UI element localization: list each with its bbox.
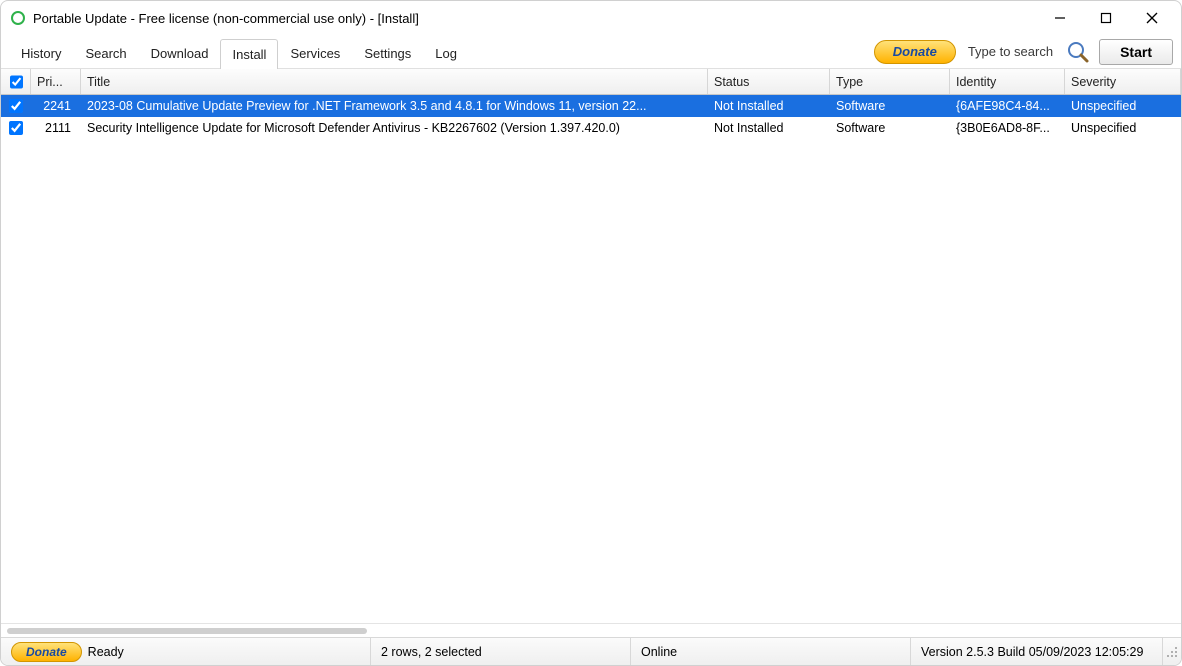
status-summary: 2 rows, 2 selected [381,645,482,659]
tab-install[interactable]: Install [220,39,278,69]
resize-grip[interactable] [1163,644,1181,660]
column-header-checkbox[interactable] [1,69,31,94]
start-button[interactable]: Start [1099,39,1173,65]
cell-title: Security Intelligence Update for Microso… [81,117,708,139]
cell-status: Not Installed [708,95,830,117]
column-header-title[interactable]: Title [81,69,708,94]
donate-button[interactable]: Donate [874,40,956,64]
cell-type: Software [830,95,950,117]
close-icon [1146,12,1158,24]
select-all-checkbox[interactable] [10,75,23,89]
row-checkbox[interactable] [9,121,23,135]
cell-type: Software [830,117,950,139]
grid-body: 2241 2023-08 Cumulative Update Preview f… [1,95,1181,623]
tab-strip: History Search Download Install Services… [9,35,469,68]
cell-priority: 2111 [31,117,81,139]
minimize-button[interactable] [1037,3,1083,33]
statusbar: Donate Ready 2 rows, 2 selected Online V… [1,637,1181,665]
toolbar: History Search Download Install Services… [1,35,1181,69]
column-header-status[interactable]: Status [708,69,830,94]
app-icon [11,11,25,25]
window-title: Portable Update - Free license (non-comm… [33,11,419,26]
tab-history[interactable]: History [9,38,73,68]
column-header-type[interactable]: Type [830,69,950,94]
status-state: Ready [88,645,124,659]
cell-title: 2023-08 Cumulative Update Preview for .N… [81,95,708,117]
cell-identity: {3B0E6AD8-8F... [950,117,1065,139]
table-row[interactable]: 2111 Security Intelligence Update for Mi… [1,117,1181,139]
search-icon[interactable] [1065,39,1091,65]
cell-identity: {6AFE98C4-84... [950,95,1065,117]
row-checkbox[interactable] [9,99,23,113]
maximize-button[interactable] [1083,3,1129,33]
minimize-icon [1054,12,1066,24]
column-header-priority[interactable]: Pri... [31,69,81,94]
app-window: Portable Update - Free license (non-comm… [0,0,1182,666]
column-header-severity[interactable]: Severity [1065,69,1181,94]
scrollbar-thumb[interactable] [7,628,367,634]
tab-download[interactable]: Download [139,38,221,68]
resize-grip-icon [1166,646,1178,658]
status-version: Version 2.5.3 Build 05/09/2023 12:05:29 [921,645,1143,659]
status-connection: Online [641,645,677,659]
close-button[interactable] [1129,3,1175,33]
maximize-icon [1100,12,1112,24]
tab-services[interactable]: Services [278,38,352,68]
column-header-identity[interactable]: Identity [950,69,1065,94]
horizontal-scrollbar[interactable] [1,623,1181,637]
cell-priority: 2241 [31,95,81,117]
table-row[interactable]: 2241 2023-08 Cumulative Update Preview f… [1,95,1181,117]
tab-log[interactable]: Log [423,38,469,68]
cell-severity: Unspecified [1065,95,1181,117]
tab-settings[interactable]: Settings [352,38,423,68]
cell-status: Not Installed [708,117,830,139]
cell-severity: Unspecified [1065,117,1181,139]
titlebar: Portable Update - Free license (non-comm… [1,1,1181,35]
search-placeholder-label[interactable]: Type to search [968,44,1053,59]
tab-search[interactable]: Search [73,38,138,68]
donate-button-statusbar[interactable]: Donate [11,642,82,662]
grid-header: Pri... Title Status Type Identity Severi… [1,69,1181,95]
